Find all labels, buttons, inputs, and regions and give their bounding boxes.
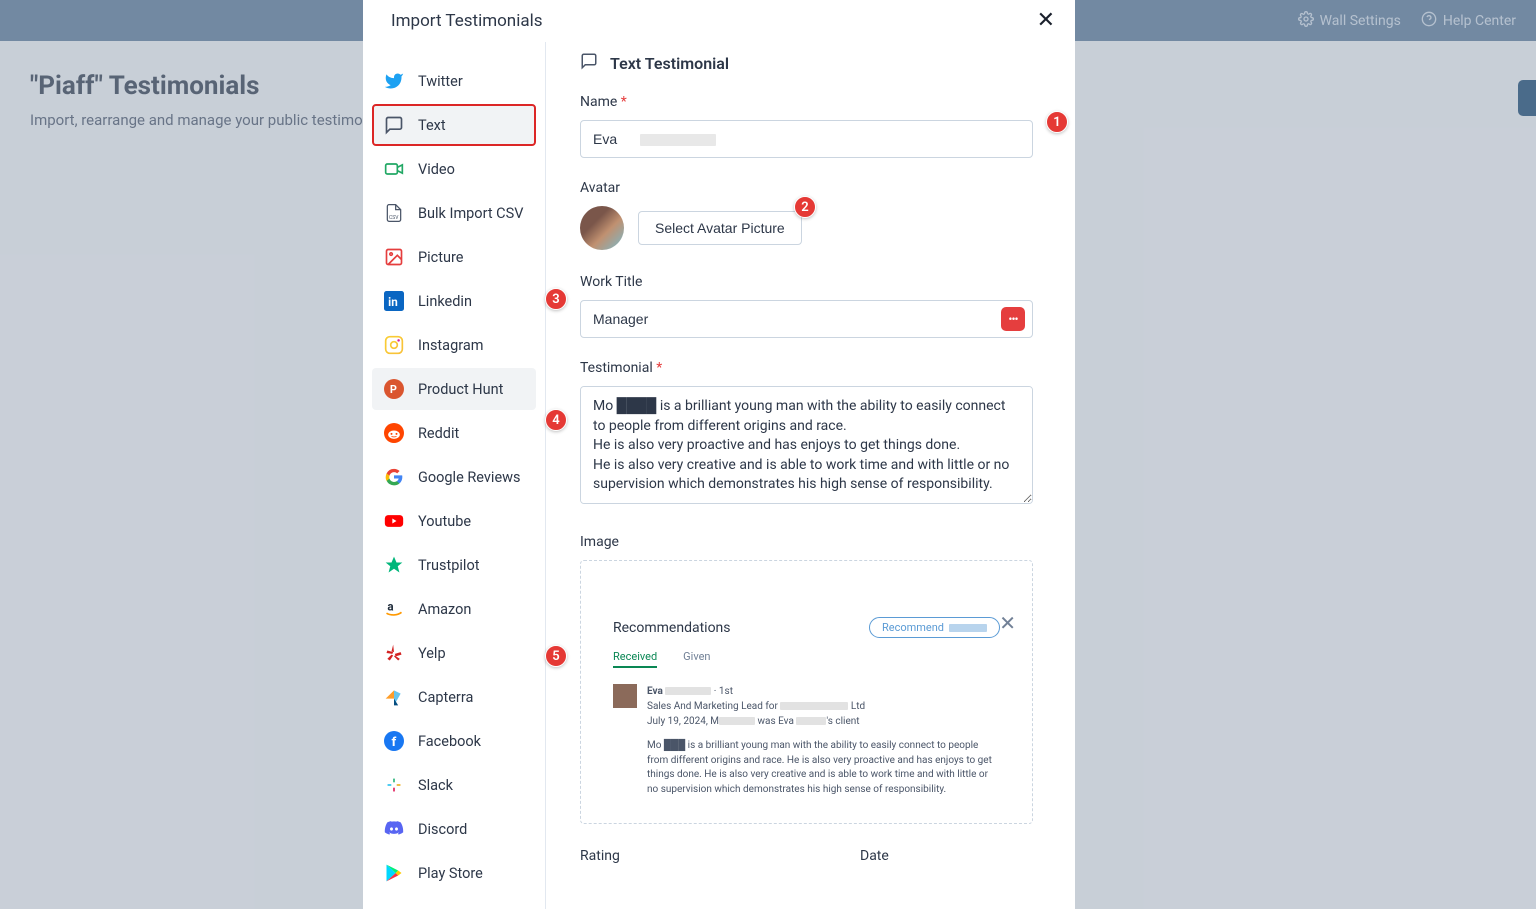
sidebar-item-google[interactable]: Google Reviews — [372, 456, 536, 498]
rec-avatar — [613, 684, 637, 708]
sidebar-item-slack[interactable]: Slack — [372, 764, 536, 806]
form-panel: Text Testimonial Name * Avatar Select Av… — [546, 42, 1075, 909]
rec-title: Recommendations — [613, 620, 731, 636]
svg-text:a: a — [387, 600, 393, 614]
sidebar-item-label: Youtube — [418, 513, 471, 530]
sidebar-item-reddit[interactable]: Reddit — [372, 412, 536, 454]
image-label: Image — [580, 534, 1033, 550]
sidebar-item-label: Bulk Import CSV — [418, 205, 523, 222]
youtube-icon — [384, 511, 404, 531]
sidebar-item-twitter[interactable]: Twitter — [372, 60, 536, 102]
yelp-icon — [384, 643, 404, 663]
linkedin-icon: in — [384, 291, 404, 311]
select-avatar-button[interactable]: Select Avatar Picture — [638, 211, 802, 245]
modal-title: Import Testimonials — [391, 11, 542, 31]
sidebar-item-label: Play Store — [418, 865, 483, 882]
tab-received: Received — [613, 650, 657, 668]
instagram-icon — [384, 335, 404, 355]
svg-text:f: f — [392, 735, 397, 750]
rec-tabs: Received Given — [613, 650, 1000, 668]
sidebar-item-label: Yelp — [418, 645, 446, 662]
sidebar-item-instagram[interactable]: Instagram — [372, 324, 536, 366]
sidebar-item-producthunt[interactable]: P Product Hunt — [372, 368, 536, 410]
reddit-icon — [384, 423, 404, 443]
tab-given: Given — [683, 650, 710, 668]
name-label: Name * — [580, 94, 1033, 110]
sidebar-item-label: Amazon — [418, 601, 471, 618]
sidebar-item-facebook[interactable]: f Facebook — [372, 720, 536, 762]
rec-body: Mo ███ is a brilliant young man with the… — [613, 739, 1000, 797]
floating-action-edge[interactable] — [1518, 80, 1536, 116]
sidebar-item-label: Discord — [418, 821, 467, 838]
sidebar-item-label: Video — [418, 161, 455, 178]
date-label: Date — [860, 848, 889, 864]
avatar-label: Avatar — [580, 180, 1033, 196]
sidebar-item-label: Reddit — [418, 425, 459, 442]
sidebar-item-label: Linkedin — [418, 293, 472, 310]
testimonial-textarea[interactable]: Mo ████ is a brilliant young man with th… — [580, 386, 1033, 504]
sidebar-item-label: Product Hunt — [418, 381, 503, 398]
sidebar-item-yelp[interactable]: Yelp — [372, 632, 536, 674]
sidebar-item-discord[interactable]: Discord — [372, 808, 536, 850]
sidebar-item-label: Trustpilot — [418, 557, 479, 574]
annotation-4: 4 — [545, 409, 567, 431]
image-preview: Recommendations Recommend Received Given… — [599, 609, 1014, 805]
producthunt-icon: P — [384, 379, 404, 399]
password-manager-icon[interactable]: ••• — [1001, 307, 1025, 331]
sidebar-item-label: Google Reviews — [418, 469, 521, 486]
playstore-icon — [384, 863, 404, 883]
sidebar-item-video[interactable]: Video — [372, 148, 536, 190]
testimonial-label: Testimonial * — [580, 360, 1033, 376]
sidebar-item-picture[interactable]: Picture — [372, 236, 536, 278]
sidebar-item-label: Capterra — [418, 689, 473, 706]
sidebar-item-csv[interactable]: CSV Bulk Import CSV — [372, 192, 536, 234]
sidebar-item-amazon[interactable]: a Amazon — [372, 588, 536, 630]
amazon-icon: a — [384, 599, 404, 619]
sidebar-item-youtube[interactable]: Youtube — [372, 500, 536, 542]
twitter-icon — [384, 71, 404, 91]
sidebar-item-trustpilot[interactable]: Trustpilot — [372, 544, 536, 586]
svg-text:in: in — [388, 295, 398, 309]
annotation-5: 5 — [545, 645, 567, 667]
trustpilot-icon — [384, 555, 404, 575]
csv-icon: CSV — [384, 203, 404, 223]
sidebar-item-label: Text — [418, 117, 446, 134]
sidebar-item-playstore[interactable]: Play Store — [372, 852, 536, 894]
close-icon[interactable]: ✕ — [1037, 10, 1055, 32]
sidebar-item-label: Twitter — [418, 73, 463, 90]
annotation-2: 2 — [794, 196, 816, 218]
sidebar-item-label: Facebook — [418, 733, 481, 750]
remove-image-icon[interactable]: ✕ — [999, 611, 1016, 635]
sidebar-item-linkedin[interactable]: in Linkedin — [372, 280, 536, 322]
rating-label: Rating — [580, 848, 860, 864]
rec-meta: Eva · 1st Sales And Marketing Lead for L… — [647, 684, 865, 729]
discord-icon — [384, 819, 404, 839]
annotation-1: 1 — [1046, 111, 1068, 133]
sidebar-item-label: Picture — [418, 249, 463, 266]
recommend-button: Recommend — [869, 617, 1000, 638]
google-icon — [384, 467, 404, 487]
form-heading: Text Testimonial — [580, 52, 1033, 74]
video-icon — [384, 159, 404, 179]
svg-text:CSV: CSV — [389, 215, 399, 221]
picture-icon — [384, 247, 404, 267]
annotation-3: 3 — [545, 288, 567, 310]
work-title-label: Work Title — [580, 274, 1033, 290]
sidebar-item-label: Instagram — [418, 337, 483, 354]
chat-icon — [580, 52, 598, 74]
sidebar-item-text[interactable]: Text — [372, 104, 536, 146]
slack-icon — [384, 775, 404, 795]
work-title-input[interactable] — [580, 300, 1033, 338]
facebook-icon: f — [384, 731, 404, 751]
capterra-icon — [384, 687, 404, 707]
sidebar-item-capterra[interactable]: Capterra — [372, 676, 536, 718]
sidebar-item-label: Slack — [418, 777, 453, 794]
svg-text:P: P — [390, 383, 397, 396]
text-icon — [384, 115, 404, 135]
image-dropzone[interactable]: ✕ Recommendations Recommend Received Giv… — [580, 560, 1033, 824]
import-modal: Import Testimonials ✕ Twitter Text Video CS… — [363, 0, 1075, 909]
avatar-preview — [580, 206, 624, 250]
source-sidebar: Twitter Text Video CSV Bulk Import CSV Pictur… — [363, 42, 546, 909]
